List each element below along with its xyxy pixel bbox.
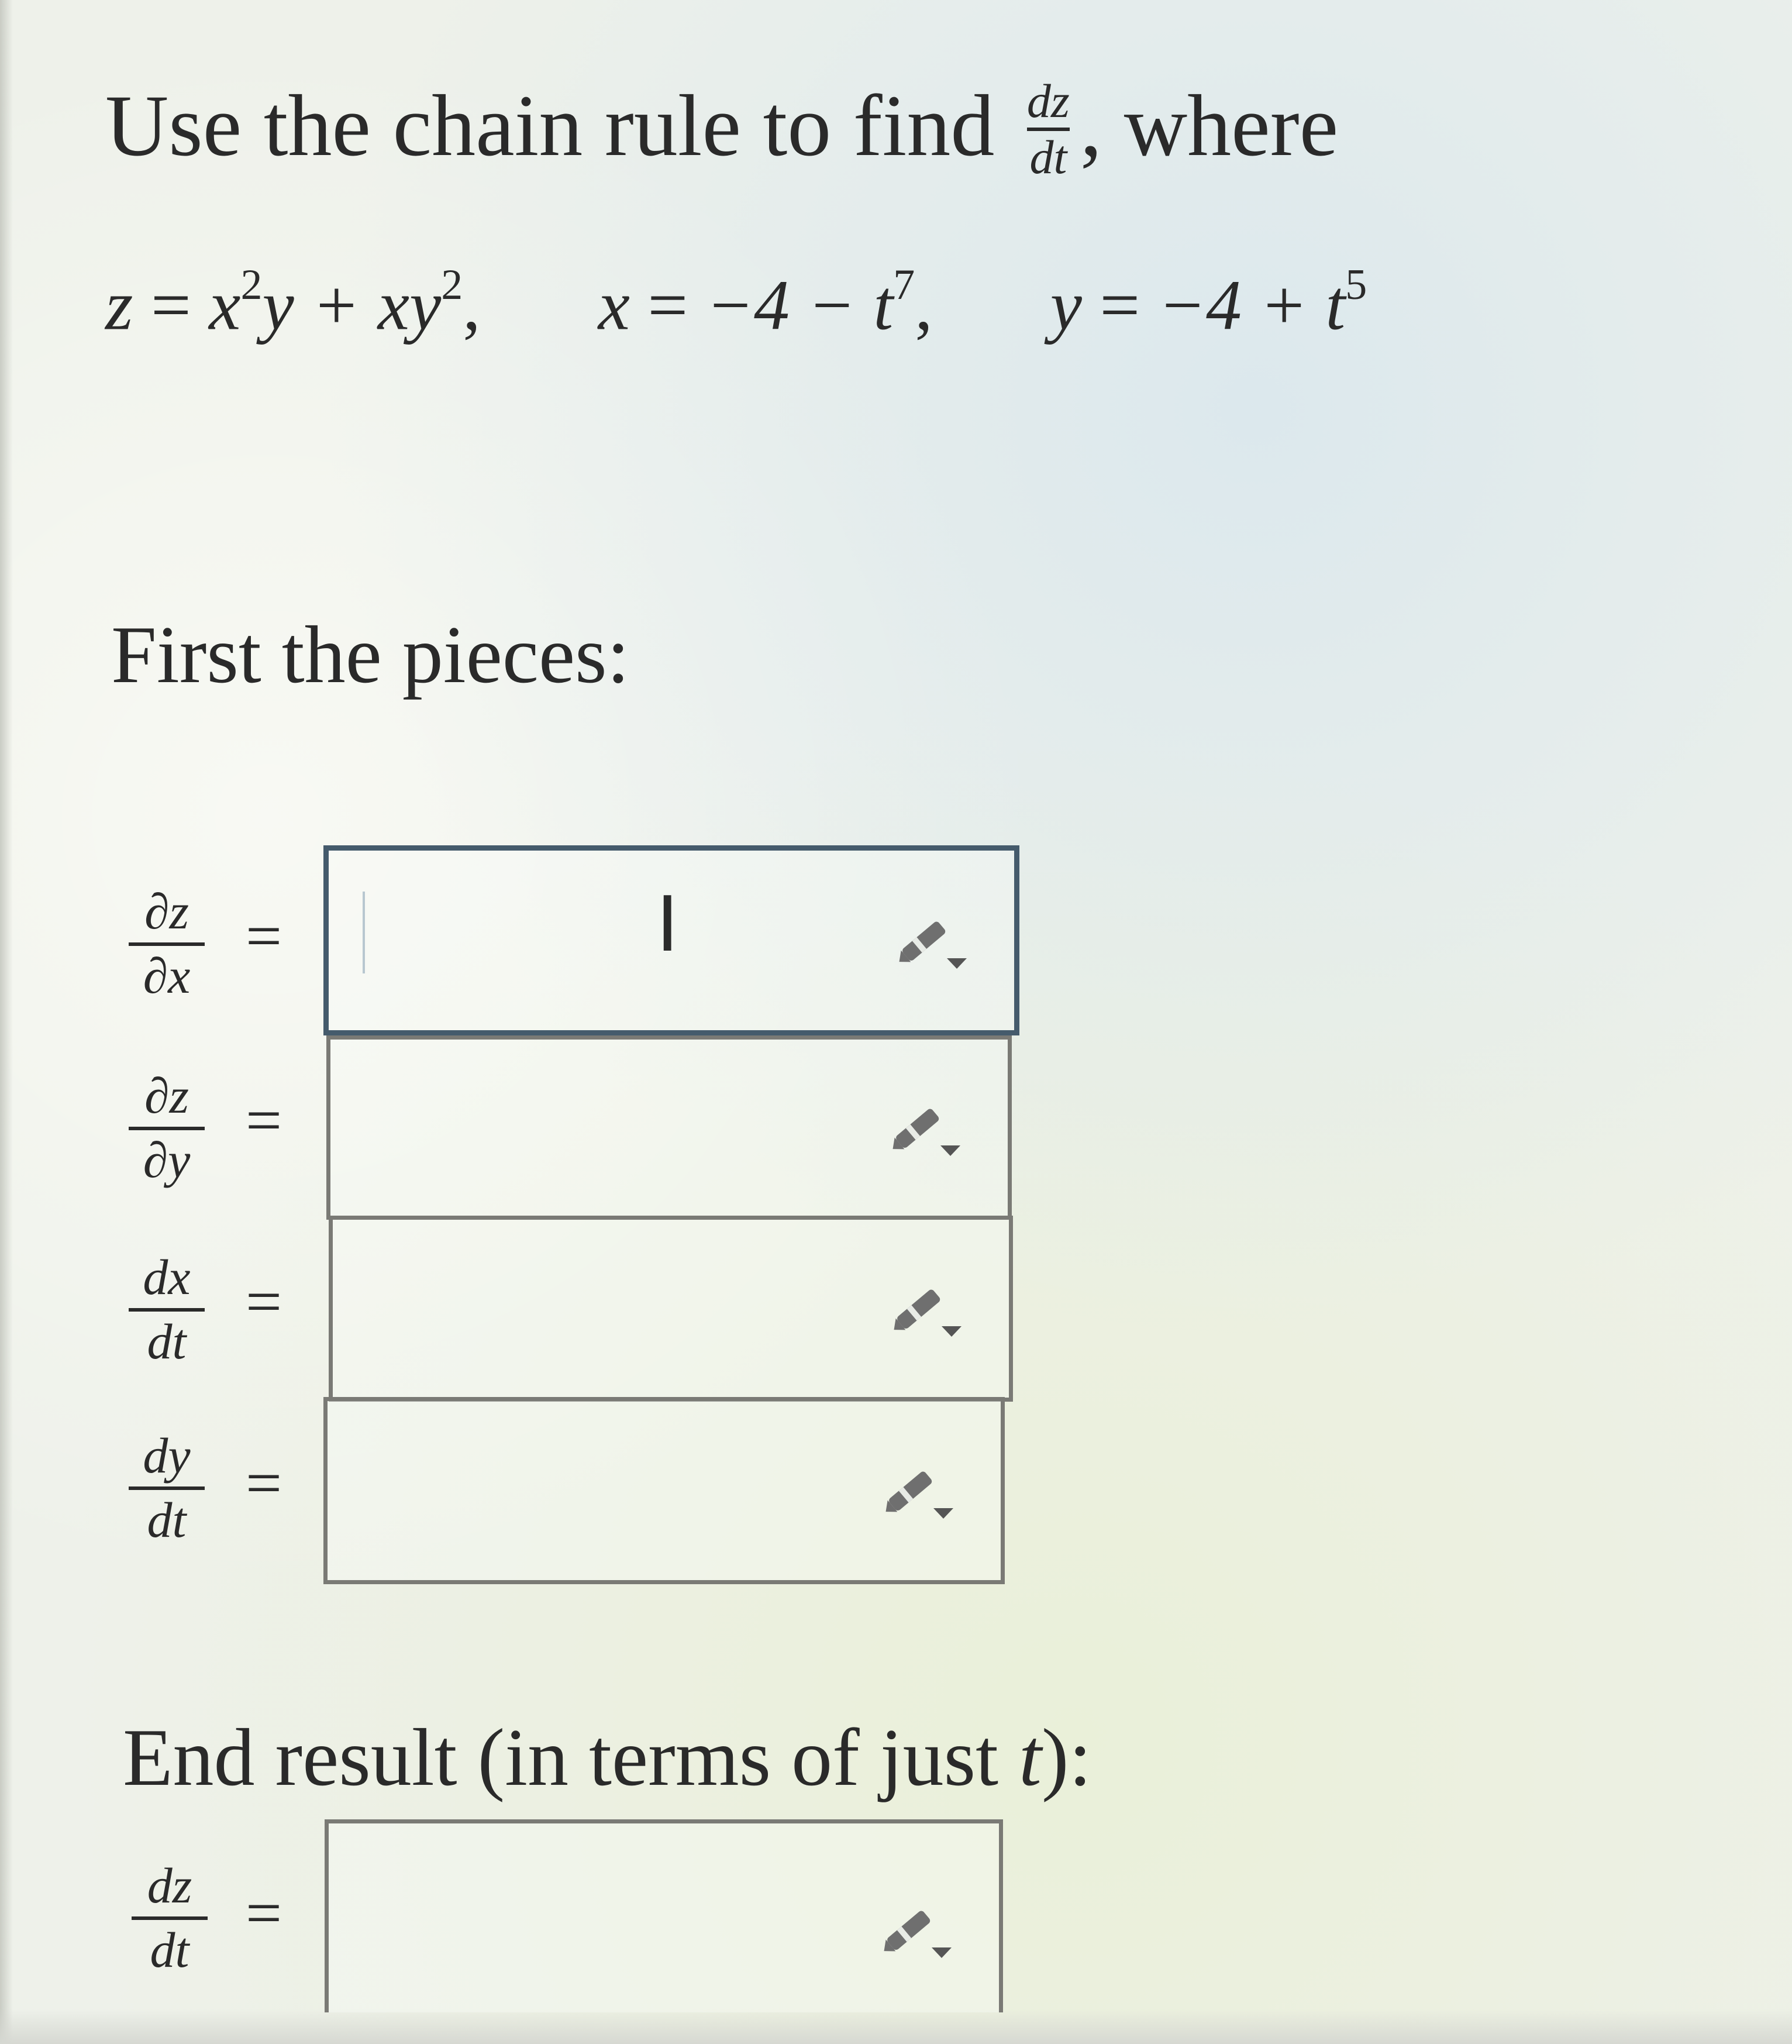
label-dz-dy: ∂z ∂y — [129, 1071, 205, 1185]
label-dz-dt: dz dt — [132, 1860, 208, 1975]
fraction-bar — [129, 942, 205, 946]
question-intro: Use the chain rule to find dz dt , where — [105, 77, 1338, 187]
given-equations: z = x2y + xy2, x = −4 − t7, y = −4 + t5 — [105, 261, 1367, 345]
fraction-denominator: dt — [147, 1492, 187, 1548]
equals-sign: = — [246, 1266, 282, 1337]
answer-input-dz-dx[interactable] — [358, 851, 897, 1031]
intro-prefix: Use the chain rule to find — [105, 77, 995, 174]
end-result-heading: End result (in terms of just t): — [123, 1717, 1091, 1799]
answer-box-dz-dx[interactable]: I — [323, 845, 1019, 1035]
page-left-shadow — [0, 0, 13, 2044]
answer-input-dx-dt[interactable] — [362, 1220, 892, 1399]
label-dy-dt: dy dt — [129, 1430, 205, 1545]
answer-box-dy-dt[interactable] — [323, 1397, 1005, 1584]
eq-y-lhs: y — [1050, 266, 1082, 345]
intro-derivative: dz dt — [1026, 74, 1070, 184]
eq-z-term1: x — [209, 266, 241, 345]
text-cursor-icon: I — [656, 880, 679, 969]
end-result-var: t — [1019, 1712, 1042, 1803]
label-dz-dx: ∂z ∂x — [129, 886, 205, 1001]
fraction-denominator: ∂y — [143, 1132, 191, 1188]
fraction-bar — [129, 1486, 205, 1490]
eq-y-rhs: −4 + t — [1157, 266, 1346, 345]
pencil-dropdown-icon[interactable] — [878, 1455, 954, 1526]
answer-input-dz-dt[interactable] — [358, 1823, 882, 2014]
pencil-dropdown-icon[interactable] — [885, 1093, 961, 1163]
end-result-suffix: ): — [1041, 1712, 1092, 1803]
eq-z-lhs: z — [105, 266, 133, 345]
equals-sign: = — [246, 900, 282, 972]
answer-input-dy-dt[interactable] — [357, 1401, 884, 1581]
answer-box-dz-dt[interactable] — [325, 1819, 1003, 2014]
pieces-heading: First the pieces: — [111, 610, 630, 700]
fraction-numerator: ∂z — [144, 883, 189, 940]
equals-sign: = — [246, 1877, 282, 1949]
fraction-numerator: ∂z — [144, 1068, 189, 1124]
label-dx-dt: dx dt — [129, 1252, 205, 1367]
pencil-dropdown-icon[interactable] — [891, 906, 967, 976]
fraction-bar — [129, 1308, 205, 1312]
equals-sign: = — [246, 1085, 282, 1156]
pencil-dropdown-icon[interactable] — [886, 1274, 962, 1344]
eq-z-term1-exp: 2 — [240, 261, 263, 309]
eq-x-exp: 7 — [893, 261, 915, 309]
eq-y-exp: 5 — [1345, 261, 1367, 309]
eq-z-term2-exp: 2 — [441, 261, 463, 309]
fraction-numerator: dy — [143, 1427, 191, 1484]
eq-x-rhs: −4 − t — [705, 266, 894, 345]
equals-sign: = — [246, 1447, 282, 1519]
fraction-bar — [129, 1127, 205, 1130]
answer-box-dx-dt[interactable] — [329, 1216, 1013, 1402]
eq-x-lhs: x — [598, 266, 630, 345]
intro-frac-denominator: dt — [1029, 130, 1067, 184]
answer-input-dz-dy[interactable] — [360, 1040, 891, 1217]
fraction-numerator: dz — [147, 1857, 192, 1914]
text-caret — [363, 892, 365, 973]
page-bottom-shadow — [0, 2009, 1792, 2044]
fraction-bar — [132, 1916, 208, 1920]
fraction-denominator: dt — [147, 1313, 187, 1369]
end-result-prefix: End result (in terms of just — [123, 1712, 1019, 1803]
eq-z-term2: y + xy — [262, 266, 442, 345]
pencil-dropdown-icon[interactable] — [876, 1895, 952, 1965]
answer-box-dz-dy[interactable] — [326, 1035, 1012, 1220]
fraction-numerator: dx — [143, 1249, 191, 1305]
fraction-denominator: ∂x — [143, 948, 191, 1004]
fraction-denominator: dt — [150, 1922, 189, 1978]
intro-frac-numerator: dz — [1026, 74, 1070, 128]
intro-suffix: , where — [1080, 77, 1339, 174]
